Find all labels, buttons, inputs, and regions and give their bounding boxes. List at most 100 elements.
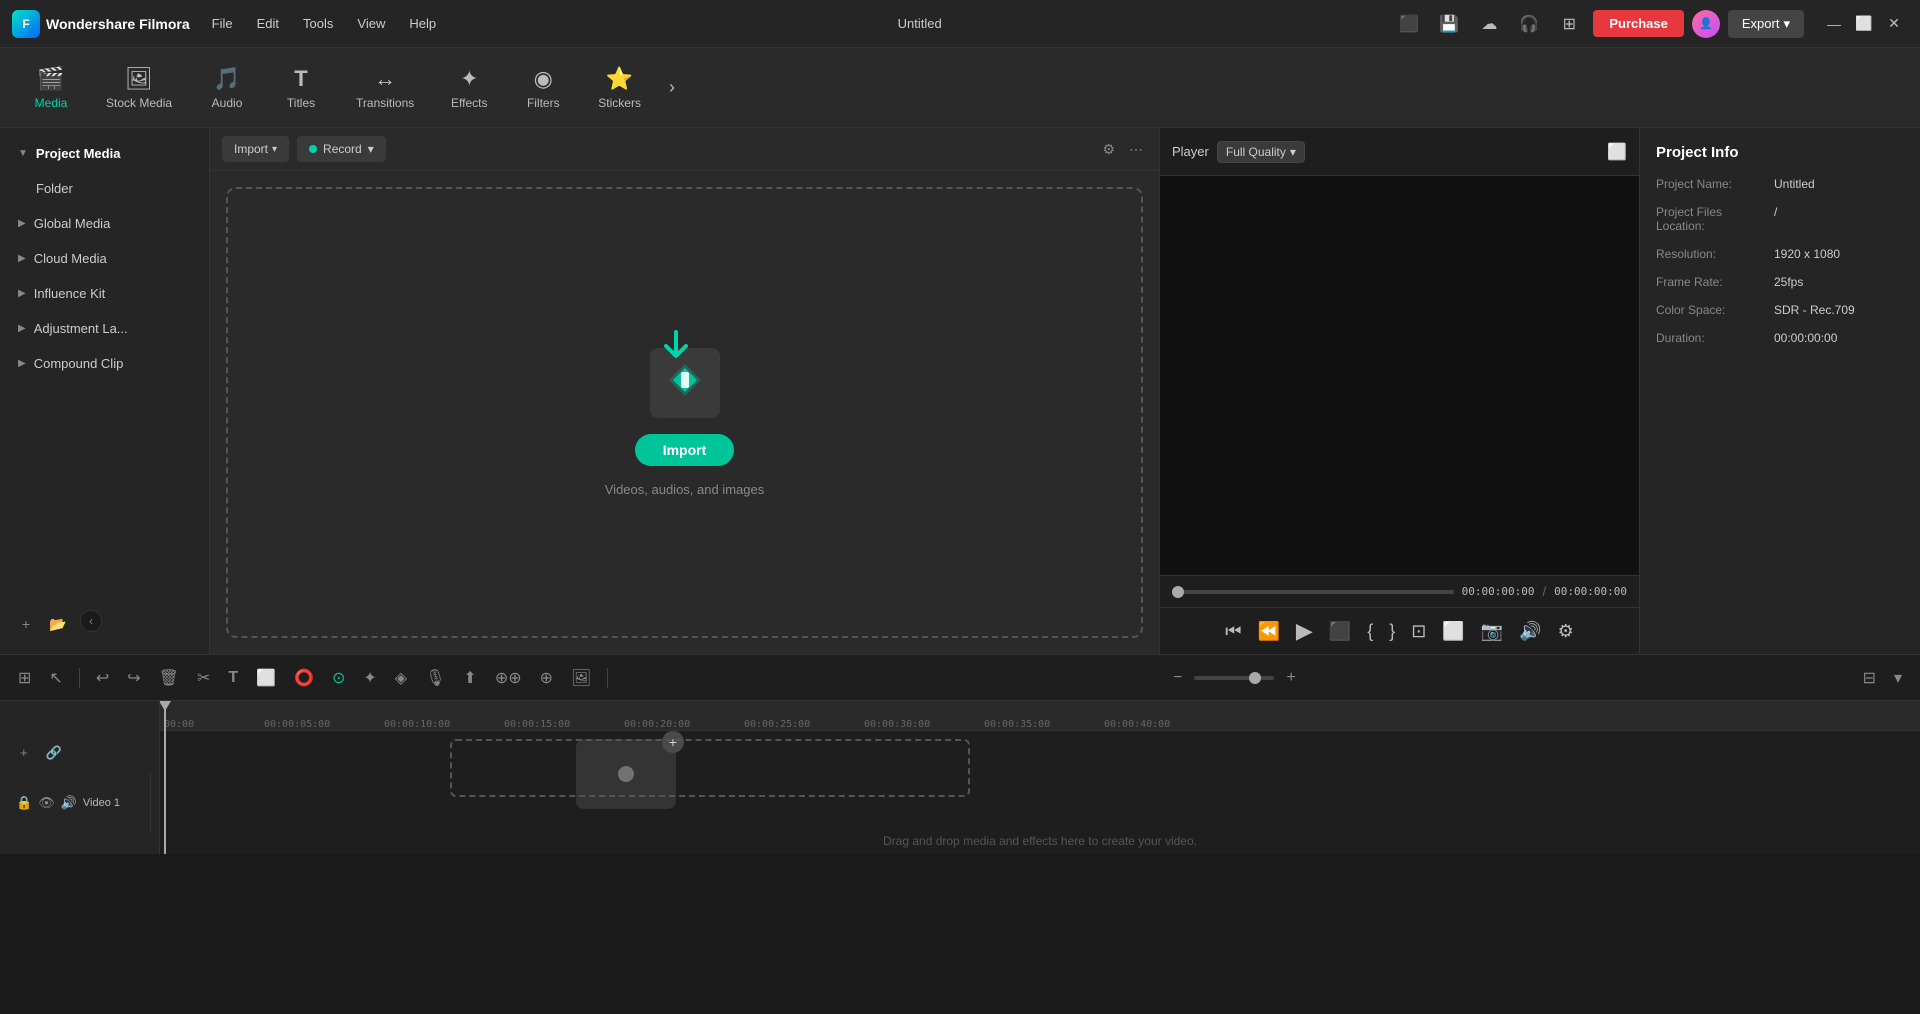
tab-filters[interactable]: ◉ Filters — [508, 58, 578, 118]
effects2-button[interactable]: ✦ — [357, 664, 382, 692]
tab-titles[interactable]: T Titles — [266, 58, 336, 118]
timeline-drop-text-label: Drag and drop media and effects here to … — [883, 834, 1197, 848]
cut-button[interactable]: ✂ — [191, 664, 216, 692]
delete-button[interactable]: 🗑 — [153, 664, 185, 692]
text-button[interactable]: T — [222, 665, 244, 691]
purchase-button[interactable]: Purchase — [1593, 10, 1684, 37]
menu-help[interactable]: Help — [399, 12, 446, 35]
fullscreen-button[interactable]: ⬜ — [1438, 617, 1468, 646]
project-name-value: Untitled — [1774, 177, 1815, 191]
menu-view[interactable]: View — [347, 12, 395, 35]
marker-button[interactable]: ◈ — [389, 664, 413, 692]
filter-tool-button[interactable]: ⚙ — [1098, 137, 1119, 162]
record-button[interactable]: Record ▾ — [297, 136, 386, 162]
quality-select[interactable]: Full Quality ▾ — [1217, 141, 1305, 163]
logo-icon: F — [12, 10, 40, 38]
new-project-media-button[interactable]: + — [12, 610, 40, 638]
upload-icon[interactable]: ☁ — [1473, 8, 1505, 40]
snapshot-button[interactable]: 📷 — [1477, 617, 1507, 646]
split-button[interactable]: ⊕⊕ — [489, 664, 528, 692]
grid-view-button[interactable]: ⊟ — [1857, 664, 1882, 692]
timeline-drop-zone[interactable] — [450, 739, 970, 797]
transition-button[interactable]: ⬆ — [457, 664, 482, 692]
record-audio-button[interactable]: 🎙 — [419, 664, 451, 692]
crop-button[interactable]: ⬜ — [250, 664, 282, 692]
video-track-audio-icon[interactable]: 🔊 — [61, 795, 77, 811]
undo-button[interactable]: ↩ — [90, 664, 115, 692]
playback-button[interactable]: ⊙ — [326, 664, 351, 692]
record-chevron-icon: ▾ — [368, 142, 374, 156]
maximize-button[interactable]: ⬜ — [1850, 10, 1878, 38]
frame-back-button[interactable]: ⏪ — [1253, 617, 1283, 646]
timeline-select-button[interactable]: ↖ — [43, 664, 68, 692]
app-logo: F Wondershare Filmora — [12, 10, 190, 38]
settings-icon[interactable]: ⊞ — [1553, 8, 1585, 40]
import-arrow-icon — [658, 328, 694, 372]
time-handle[interactable] — [1172, 586, 1184, 598]
menu-file[interactable]: File — [202, 12, 243, 35]
sidebar-collapse-button[interactable]: ‹ — [80, 610, 102, 632]
tab-effects[interactable]: ✦ Effects — [434, 58, 504, 118]
timeline-layout-button[interactable]: ⊞ — [12, 664, 37, 692]
menu-edit[interactable]: Edit — [247, 12, 289, 35]
user-avatar[interactable]: 👤 — [1692, 10, 1720, 38]
link-track-button[interactable]: 🔗 — [40, 741, 68, 765]
audio-icon[interactable]: 🎧 — [1513, 8, 1545, 40]
video-track-eye-icon[interactable]: 👁 — [38, 795, 55, 811]
sidebar-item-cloud-media[interactable]: ▶ Cloud Media — [4, 241, 205, 276]
export-button[interactable]: Export ▾ — [1728, 10, 1804, 38]
tab-transitions[interactable]: ↔ Transitions — [340, 58, 430, 118]
playhead — [164, 701, 166, 854]
titles-tab-icon: T — [294, 66, 307, 92]
sidebar-item-adjustment-layer[interactable]: ▶ Adjustment La... — [4, 311, 205, 346]
minimize-button[interactable]: — — [1820, 10, 1848, 38]
redo-button[interactable]: ↪ — [121, 664, 146, 692]
zoom-in-button[interactable]: + — [1280, 665, 1301, 691]
media-drop-zone[interactable]: Import Videos, audios, and images — [226, 187, 1143, 638]
sidebar-item-influence-kit[interactable]: ▶ Influence Kit — [4, 276, 205, 311]
screen-icon[interactable]: ⬛ — [1393, 8, 1425, 40]
sidebar-item-folder[interactable]: Folder — [4, 171, 205, 206]
play-button[interactable]: ▶ — [1292, 614, 1317, 648]
tab-media[interactable]: 🎬 Media — [16, 58, 86, 118]
menu-tools[interactable]: Tools — [293, 12, 343, 35]
zoom-slider[interactable] — [1194, 676, 1274, 680]
add-track-button[interactable]: + — [14, 741, 34, 765]
sidebar-item-project-media[interactable]: ▼ Project Media — [4, 136, 205, 171]
mark-in-button[interactable]: { — [1363, 617, 1377, 646]
close-button[interactable]: ✕ — [1880, 10, 1908, 38]
zoom-handle[interactable] — [1249, 672, 1261, 684]
join-button[interactable]: ⊕ — [534, 664, 559, 692]
grid-options-button[interactable]: ▾ — [1888, 664, 1908, 692]
clip-button[interactable]: ⊡ — [1407, 617, 1430, 646]
more-preview-button[interactable]: ⚙ — [1554, 617, 1578, 646]
preview-expand-button[interactable]: ⬜ — [1607, 142, 1627, 162]
ruler-mark-2: 00:00:10:00 — [384, 719, 504, 730]
time-slider[interactable] — [1172, 590, 1454, 594]
open-folder-button[interactable]: 📂 — [44, 610, 72, 638]
drop-import-button[interactable]: Import — [635, 434, 735, 466]
clip-speed-button[interactable]: 🖼 — [565, 664, 597, 692]
save-icon[interactable]: 💾 — [1433, 8, 1465, 40]
import-button[interactable]: Import ▾ — [222, 136, 289, 162]
skip-back-button[interactable]: ⏮ — [1221, 617, 1245, 646]
media-tab-label: Media — [35, 96, 68, 110]
tab-stock-media[interactable]: 🖼 Stock Media — [90, 58, 188, 118]
effects-tab-label: Effects — [451, 96, 487, 110]
sidebar-item-global-media[interactable]: ▶ Global Media — [4, 206, 205, 241]
effects-button[interactable]: ⭕ — [288, 664, 320, 692]
video-track-lock-icon[interactable]: 🔒 — [16, 795, 32, 811]
more-tool-button[interactable]: ⋯ — [1125, 137, 1147, 162]
tab-stickers[interactable]: ⭐ Stickers — [582, 58, 657, 118]
volume-button[interactable]: 🔊 — [1515, 617, 1545, 646]
sidebar-item-compound-clip[interactable]: ▶ Compound Clip — [4, 346, 205, 381]
stop-button[interactable]: ⬛ — [1325, 617, 1355, 646]
toolbar-more-button[interactable]: › — [661, 69, 683, 106]
record-btn-label: Record — [323, 142, 362, 156]
project-info-title: Project Info — [1656, 144, 1904, 161]
tab-audio[interactable]: 🎵 Audio — [192, 58, 262, 118]
mark-out-button[interactable]: } — [1385, 617, 1399, 646]
zoom-out-button[interactable]: − — [1167, 665, 1188, 691]
adjustment-layer-label: Adjustment La... — [34, 321, 128, 336]
stickers-tab-icon: ⭐ — [606, 66, 633, 92]
